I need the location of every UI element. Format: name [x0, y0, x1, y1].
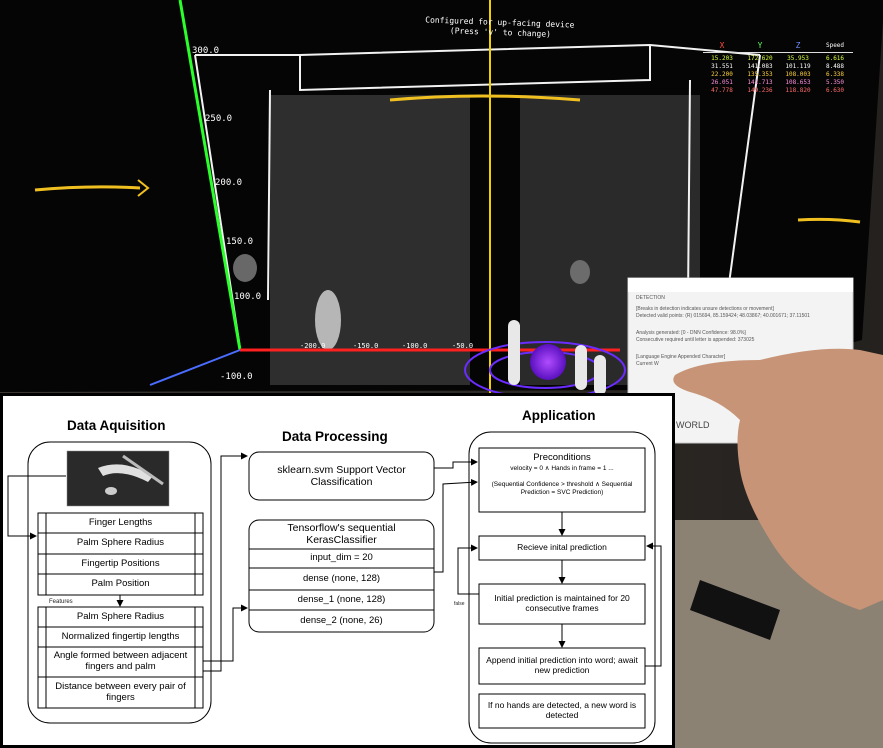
feature-palm-sphere-radius: Palm Sphere Radius [76, 610, 165, 622]
axis-label-y-300: 300.0 [192, 46, 220, 56]
popup-line-3: Analysis generated: [0 - DNN Confidence:… [636, 330, 746, 336]
coord-row: 31.551 141.083 101.119 8.488 [703, 63, 853, 71]
popup-titlebar [628, 278, 853, 292]
hand-finger-2 [575, 345, 587, 390]
finger-image-left [315, 290, 341, 350]
coord-cell: 15.203 [711, 55, 733, 62]
coord-cell: 31.551 [711, 63, 733, 70]
axis-label-y-150: 150.0 [226, 237, 254, 247]
feature-adjacent-finger-angle: Angle formed between adjacent fingers an… [53, 650, 188, 672]
coord-header-x: X [719, 41, 725, 50]
popup-line-4: Consecutive required until letter is app… [636, 337, 755, 343]
axis-label-y-250: 250.0 [205, 114, 233, 124]
axis-label-x-neg150: -150.0 [353, 342, 379, 350]
coord-cell: 6.338 [825, 71, 845, 78]
axis-label-x-neg200: -200.0 [300, 342, 326, 350]
preconditions-line-2: (Sequential Confidence > threshold ∧ Seq… [491, 481, 633, 497]
hand-finger-1 [508, 320, 520, 385]
coord-header-z: Z [795, 41, 801, 50]
coord-cell: 26.051 [711, 79, 733, 86]
coord-row: 15.203 172.620 35.953 6.616 [703, 55, 853, 63]
step-new-word: If no hands are detected, a new word is … [487, 700, 637, 720]
coord-cell: 101.119 [785, 63, 811, 70]
coord-cell: 108.653 [785, 79, 811, 86]
coord-row: 47.778 149.236 118.820 6.630 [703, 87, 853, 95]
raw-item-finger-lengths: Finger Lengths [88, 516, 153, 528]
hand-finger-3 [594, 355, 606, 395]
step-append-prediction: Append initial prediction into word; awa… [486, 655, 638, 675]
application-title: Application [522, 408, 596, 423]
coord-table-rows: 15.203 172.620 35.953 6.616 31.551 141.083 101… [703, 55, 853, 95]
coord-cell: 8.488 [825, 63, 845, 70]
coord-cell: 118.820 [785, 87, 811, 94]
popup-title: DETECTION [636, 295, 665, 301]
popup-world-text: WORLD [676, 420, 710, 430]
coord-table: X Y Z Speed 15.203 172.620 35.953 6.616 31.5… [703, 42, 853, 95]
coord-cell: 135.353 [747, 71, 773, 78]
coord-cell: 35.953 [787, 55, 809, 62]
axis-label-y-200: 200.0 [215, 178, 243, 188]
axis-label-x-neg50: -50.0 [452, 342, 474, 350]
popup-content: DETECTION [Breaks in detection indicates… [636, 295, 848, 368]
coord-cell: 108.003 [785, 71, 811, 78]
coord-cell: 47.778 [711, 87, 733, 94]
coord-header-speed: Speed [825, 42, 845, 49]
raw-item-palm-position: Palm Position [91, 578, 150, 590]
axis-label-x-neg100: -100.0 [402, 342, 428, 350]
popup-line-1: [Breaks in detection indicates unsure de… [636, 306, 774, 312]
coord-cell: 172.620 [747, 55, 773, 62]
preconditions-title: Preconditions [533, 452, 591, 463]
coord-row: 26.051 141.713 108.653 5.350 [703, 79, 853, 87]
axis-label-y-neg100: -100.0 [220, 372, 253, 382]
raw-item-fingertip-positions: Fingertip Positions [81, 557, 160, 569]
coord-cell: 141.083 [747, 63, 773, 70]
features-label: Features [49, 599, 73, 605]
step-maintain-prediction: Initial prediction is maintained for 20 … [494, 593, 630, 613]
false-branch-label: false [454, 601, 465, 607]
coord-cell: 6.630 [825, 87, 845, 94]
axis-label-y-100: 100.0 [234, 292, 262, 302]
palm-image-left [233, 254, 257, 282]
popup-line-2: Detected valid points: (R) 015694, 85.15… [636, 313, 810, 319]
feature-normalized-fingertip-lengths: Normalized fingertip lengths [61, 630, 180, 642]
coord-table-header: X Y Z Speed [703, 42, 853, 50]
preconditions-line-1: velocity = 0 ∧ Hands in frame = 1 ... [510, 465, 614, 472]
coord-cell: 6.616 [825, 55, 845, 62]
keras-title: Tensorflow's sequential KerasClassifier [287, 522, 396, 546]
keras-layer-dense-2: dense_2 (none, 26) [300, 614, 383, 626]
pipeline-diagram: Data Aquisition Data Processing Applicat… [0, 393, 675, 748]
data-acquisition-title: Data Aquisition [67, 418, 166, 433]
keras-layer-dense-1: dense_1 (none, 128) [297, 593, 386, 605]
coord-cell: 22.200 [711, 71, 733, 78]
preconditions-content: Preconditions velocity = 0 ∧ Hands in fr… [479, 452, 645, 497]
svm-label: sklearn.svm Support Vector Classificatio… [277, 463, 406, 488]
coord-cell: 149.236 [747, 87, 773, 94]
palm-image-right [570, 260, 590, 284]
raw-item-palm-sphere-radius: Palm Sphere Radius [76, 537, 165, 549]
coord-cell: 5.350 [825, 79, 845, 86]
coord-header-y: Y [757, 41, 763, 50]
popup-line-6: Current W [636, 361, 659, 367]
keras-layer-dense: dense (none, 128) [302, 572, 381, 584]
feature-pairwise-finger-distance: Distance between every pair of fingers [55, 680, 186, 703]
keras-layer-input: input_dim = 20 [310, 552, 373, 564]
coord-row: 22.200 135.353 108.003 6.338 [703, 71, 853, 79]
popup-line-5: [Language Engine Appended Character] [636, 354, 726, 360]
data-processing-title: Data Processing [282, 429, 388, 444]
coord-cell: 141.713 [747, 79, 773, 86]
step-receive-prediction: Recieve inital prediction [517, 542, 607, 553]
palm-sphere [530, 344, 566, 380]
